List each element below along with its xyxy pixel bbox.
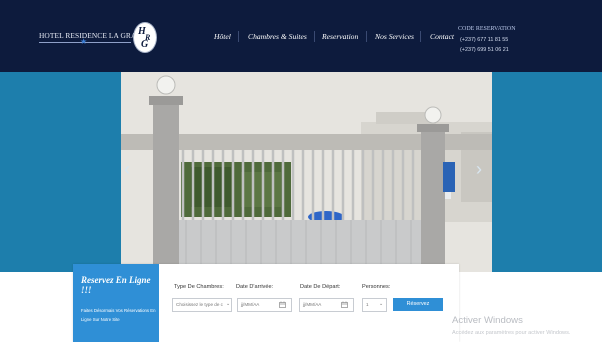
- hotel-gate-illustration: [121, 72, 492, 272]
- nav-contact[interactable]: Contact: [430, 32, 454, 41]
- phone-number-2[interactable]: (+237) 699 51 06 21: [460, 47, 509, 53]
- booking-panel: Reservez En Ligne !!! Faites Désormais V…: [73, 264, 159, 342]
- hotel-gate-photo: [121, 72, 492, 272]
- reserve-button[interactable]: Réservez: [393, 298, 443, 311]
- logo-letter-g: G: [141, 39, 149, 50]
- nav-divider: [420, 31, 421, 42]
- chevron-right-icon[interactable]: ›: [476, 160, 482, 178]
- star-icon: ★: [80, 37, 88, 46]
- phone-number-1[interactable]: (+237) 677 11 81 55: [460, 37, 508, 43]
- chevron-down-icon: ⌄: [226, 301, 231, 307]
- nav-services[interactable]: Nos Services: [375, 32, 414, 41]
- departure-label: Date De Départ:: [300, 284, 341, 290]
- arrival-placeholder: jj/MM/AA: [241, 302, 260, 307]
- hotel-logo[interactable]: H R G: [133, 22, 157, 53]
- arrival-label: Date D'arrivée:: [236, 284, 274, 290]
- nav-divider: [238, 31, 239, 42]
- hero-slider: ‹ ›: [0, 72, 602, 272]
- room-type-select[interactable]: Choisissez le type de c: [172, 298, 232, 312]
- departure-placeholder: jj/MM/AA: [303, 302, 322, 307]
- calendar-icon[interactable]: [341, 301, 348, 308]
- chevron-down-icon: ⌄: [379, 301, 384, 307]
- room-type-label: Type De Chambres:: [174, 284, 224, 290]
- brand-name[interactable]: HOTEL RESIDENCE LA GRACE: [39, 31, 146, 40]
- reservation-code-title: CODE RESERVATION: [458, 26, 516, 32]
- booking-title: Reservez En Ligne !!!: [81, 275, 151, 295]
- nav-divider: [366, 31, 367, 42]
- persons-value: 1: [366, 302, 369, 307]
- nav-chambres-suites[interactable]: Chambres & Suites: [248, 32, 307, 41]
- room-type-value: Choisissez le type de c: [176, 302, 223, 307]
- activation-watermark-title: Activer Windows: [452, 315, 523, 326]
- calendar-icon[interactable]: [279, 301, 286, 308]
- nav-divider: [314, 31, 315, 42]
- persons-label: Personnes:: [362, 284, 391, 290]
- chevron-left-icon[interactable]: ‹: [124, 160, 130, 178]
- nav-reservation[interactable]: Reservation: [322, 32, 358, 41]
- site-header: HOTEL RESIDENCE LA GRACE ★ H R G Hôtel C…: [0, 0, 602, 72]
- booking-subtitle: Faites Désormais Vos Réservations En Lig…: [81, 308, 156, 322]
- activation-watermark-text: Accédez aux paramètres pour activer Wind…: [452, 330, 571, 336]
- persons-select[interactable]: 1: [362, 298, 387, 312]
- nav-hotel[interactable]: Hôtel: [214, 32, 231, 41]
